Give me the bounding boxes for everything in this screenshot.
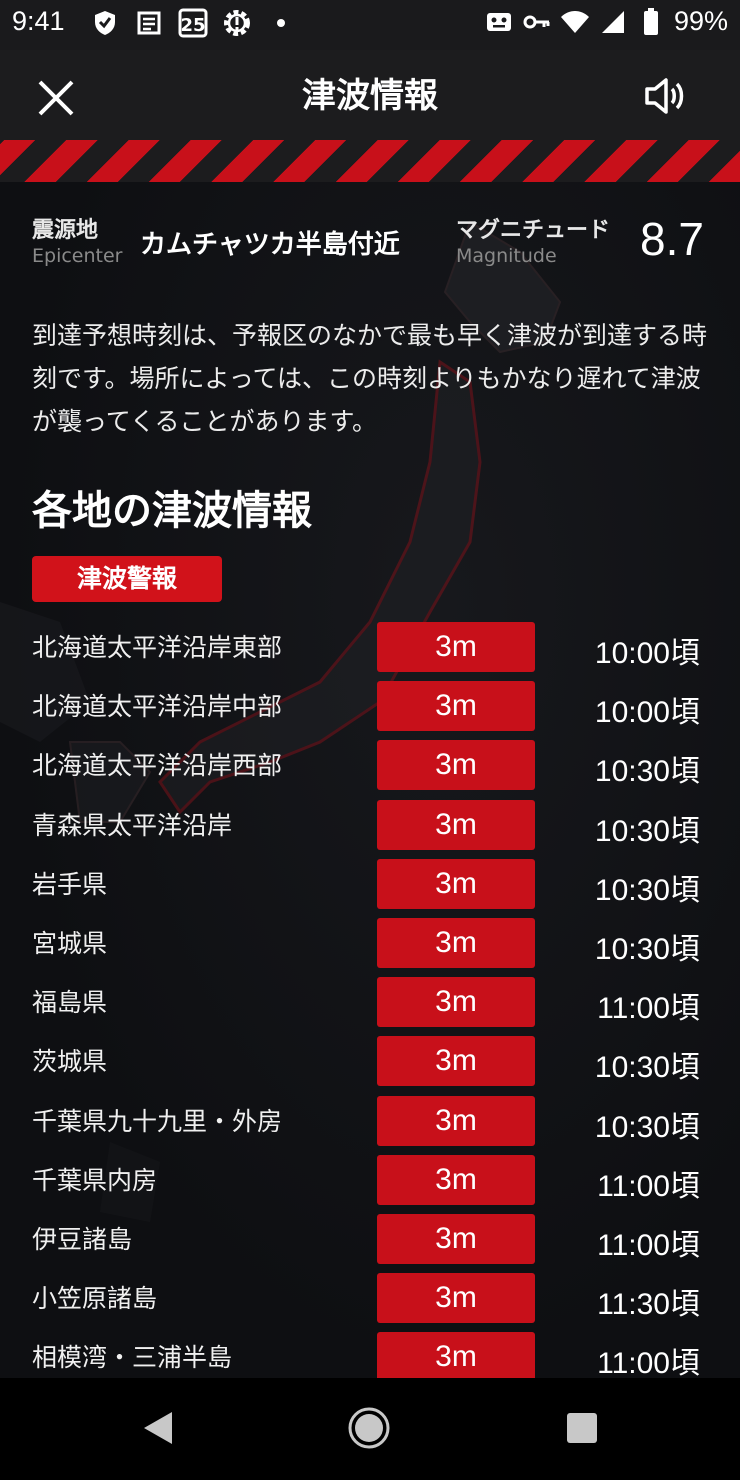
area-name: 小笠原諸島 [32,1284,158,1314]
epicenter-label-en: Epicenter [32,245,123,267]
arrival-time: 11:30頃 [597,1288,700,1322]
home-icon[interactable] [347,1406,391,1450]
arrival-time: 10:30頃 [594,1110,700,1144]
alert-gear-icon [222,8,252,38]
shield-icon [90,8,120,38]
arrival-time: 10:00頃 [594,696,700,730]
magnitude-label-en: Magnitude [456,245,557,267]
wave-height-badge: 3m [377,681,535,732]
tsunami-row[interactable]: 宮城県 3m 10:30頃 [0,917,740,977]
arrival-time: 10:30頃 [594,814,700,848]
area-name: 宮城県 [32,928,108,958]
wave-height-badge: 3m [377,740,535,791]
warning-stripe [0,140,740,182]
tsunami-row[interactable]: 千葉県九十九里・外房 3m 10:30頃 [0,1095,740,1155]
area-name: 千葉県九十九里・外房 [32,1106,283,1136]
area-name: 北海道太平洋沿岸中部 [32,692,283,722]
wave-height-badge: 3m [377,917,535,968]
magnitude-value: 8.7 [640,213,704,265]
wave-height-badge: 3m [377,858,535,909]
arrival-time: 11:00頃 [597,1228,700,1262]
tsunami-warning-badge: 津波警報 [32,556,222,602]
face-icon [484,7,514,37]
epicenter-info: 震源地 Epicenter カムチャツカ半島付近 マグニチュード Magnitu… [32,212,722,272]
area-name: 北海道太平洋沿岸東部 [32,633,283,662]
status-bar: 9:41 25 99% [0,0,740,50]
wave-height-badge: 3m [377,1273,535,1324]
status-time: 9:41 [12,6,65,36]
tsunami-row[interactable]: 青森県太平洋沿岸 3m 10:30頃 [0,799,740,859]
battery-percent: 99% [673,6,728,36]
wave-height-badge: 3m [377,977,535,1028]
wave-height-badge: 3m [377,1332,535,1378]
recent-apps-icon[interactable] [566,1412,598,1444]
epicenter-label: 震源地 [32,218,99,243]
wave-height-badge: 3m [377,1036,535,1087]
area-name: 青森県太平洋沿岸 [32,810,233,840]
tsunami-list: 北海道太平洋沿岸東部 3m 10:00頃 北海道太平洋沿岸中部 3m 10:00頃 北海道太… [0,622,740,1378]
arrival-time: 11:00頃 [597,992,700,1026]
tsunami-row[interactable]: 小笠原諸島 3m 11:30頃 [0,1273,740,1332]
area-name: 北海道太平洋沿岸西部 [32,751,283,781]
news-icon [134,8,164,38]
tsunami-row[interactable]: 伊豆諸島 3m 11:00頃 [0,1213,740,1273]
app-header: 津波情報 [0,50,740,140]
wave-height-badge: 3m [377,1213,535,1264]
tsunami-row[interactable]: 茨城県 3m 10:30頃 [0,1036,740,1095]
calendar-icon: 25 [178,8,208,38]
tsunami-row[interactable]: 岩手県 3m 10:30頃 [0,858,740,918]
area-name: 伊豆諸島 [32,1224,133,1254]
arrival-time: 10:30頃 [594,755,700,789]
area-name: 茨城県 [32,1047,108,1077]
arrival-time: 10:30頃 [594,932,700,966]
arrival-time: 11:00頃 [597,1347,700,1378]
area-name: 岩手県 [32,869,108,899]
key-icon [522,7,552,37]
wave-height-badge: 3m [377,799,535,850]
area-name: 福島県 [32,988,108,1018]
svg-text:25: 25 [180,15,205,36]
tsunami-row[interactable]: 北海道太平洋沿岸西部 3m 10:30頃 [0,740,740,799]
signal-icon [598,7,628,37]
tsunami-row[interactable]: 相模湾・三浦半島 3m 11:00頃 [0,1332,740,1378]
tsunami-row[interactable]: 千葉県内房 3m 11:00頃 [0,1154,740,1214]
tsunami-row[interactable]: 福島県 3m 11:00頃 [0,977,740,1036]
wave-height-badge: 3m [377,1095,535,1146]
arrival-time: 10:30頃 [594,873,700,907]
wifi-icon [560,7,590,37]
back-icon[interactable] [140,1408,176,1448]
system-nav-bar [0,1378,740,1480]
area-name: 相模湾・三浦半島 [32,1343,233,1373]
speaker-icon[interactable] [644,76,688,116]
arrival-time: 10:30頃 [594,1051,700,1085]
arrival-note: 到達予想時刻は、予報区のなかで最も早く津波が到達する時刻です。場所によっては、こ… [32,321,708,436]
area-name: 千葉県内房 [32,1165,158,1195]
epicenter-place: カムチャツカ半島付近 [140,230,400,260]
main-content[interactable]: 震源地 Epicenter カムチャツカ半島付近 マグニチュード Magnitu… [0,182,740,1378]
section-title: 各地の津波情報 [32,488,312,534]
arrival-time: 10:00頃 [594,637,700,670]
dot-icon [266,8,296,38]
magnitude-label: マグニチュード [456,218,611,243]
tsunami-row[interactable]: 北海道太平洋沿岸中部 3m 10:00頃 [0,681,740,740]
wave-height-badge: 3m [377,1154,535,1205]
battery-icon [636,7,666,37]
tsunami-row[interactable]: 北海道太平洋沿岸東部 3m 10:00頃 [0,622,740,681]
page-title: 津波情報 [302,76,438,116]
wave-height-badge: 3m [377,622,535,672]
arrival-time: 11:00頃 [597,1169,700,1203]
